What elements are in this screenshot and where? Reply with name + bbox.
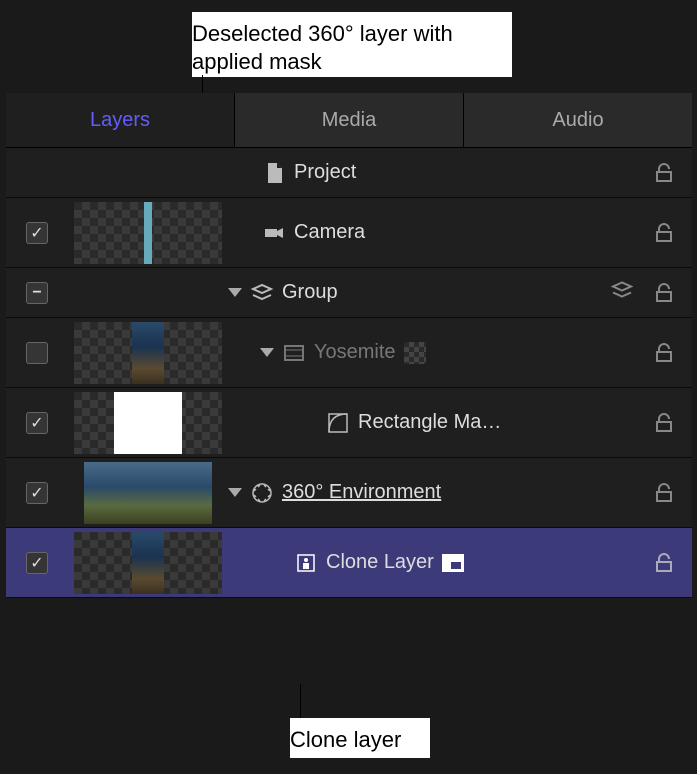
lock-project[interactable] — [636, 161, 692, 185]
lock-360env[interactable] — [636, 481, 692, 505]
checkbox-rectmask[interactable] — [26, 412, 48, 434]
checkbox-360env[interactable] — [26, 482, 48, 504]
project-label: Project — [294, 161, 356, 184]
lock-clone[interactable] — [636, 551, 692, 575]
tab-media[interactable]: Media — [235, 93, 464, 147]
thumbnail-360env — [74, 462, 222, 524]
360-icon — [248, 481, 276, 505]
clip-icon — [280, 341, 308, 365]
row-project[interactable]: Project — [6, 148, 692, 198]
callout-line — [300, 684, 301, 722]
stack-icon[interactable] — [610, 278, 634, 307]
lock-rectmask[interactable] — [636, 411, 692, 435]
disclosure-group[interactable] — [228, 288, 242, 297]
group-label: Group — [282, 281, 338, 304]
row-yosemite[interactable]: Yosemite — [6, 318, 692, 388]
lock-camera[interactable] — [636, 221, 692, 245]
disclosure-yosemite[interactable] — [260, 348, 274, 357]
annotation-top: Deselected 360° layer with applied mask — [192, 12, 512, 77]
tab-layers[interactable]: Layers — [6, 93, 235, 147]
row-clone[interactable]: Clone Layer — [6, 528, 692, 598]
row-group[interactable]: Group — [6, 268, 692, 318]
checkbox-yosemite[interactable] — [26, 342, 48, 364]
clone-label: Clone Layer — [326, 551, 434, 574]
360env-label: 360° Environment — [282, 481, 441, 504]
mask-icon — [324, 411, 352, 435]
layers-panel: Layers Media Audio Project Camera — [6, 93, 692, 598]
clone-icon — [292, 551, 320, 575]
checkbox-group[interactable] — [26, 282, 48, 304]
tab-audio[interactable]: Audio — [464, 93, 692, 147]
camera-label: Camera — [294, 221, 365, 244]
thumbnail-camera — [74, 202, 222, 264]
annotation-bottom-text: Clone layer — [290, 727, 401, 752]
annotation-bottom: Clone layer — [290, 718, 430, 758]
row-rectmask[interactable]: Rectangle Ma… — [6, 388, 692, 458]
clone-swatch — [442, 554, 464, 572]
thumbnail-rectmask — [74, 392, 222, 454]
row-camera[interactable]: Camera — [6, 198, 692, 268]
lock-group[interactable] — [636, 281, 692, 305]
thumbnail-clone — [74, 532, 222, 594]
project-icon — [260, 161, 288, 185]
disclosure-360env[interactable] — [228, 488, 242, 497]
mask-swatch — [404, 342, 426, 364]
row-360env[interactable]: 360° Environment — [6, 458, 692, 528]
annotation-top-text: Deselected 360° layer with applied mask — [192, 21, 453, 74]
panel-tabs: Layers Media Audio — [6, 93, 692, 148]
group-icon — [248, 281, 276, 305]
checkbox-camera[interactable] — [26, 222, 48, 244]
camera-icon — [260, 221, 288, 245]
yosemite-label: Yosemite — [314, 341, 396, 364]
lock-yosemite[interactable] — [636, 341, 692, 365]
rectmask-label: Rectangle Ma… — [358, 411, 501, 434]
thumbnail-yosemite — [74, 322, 222, 384]
checkbox-clone[interactable] — [26, 552, 48, 574]
